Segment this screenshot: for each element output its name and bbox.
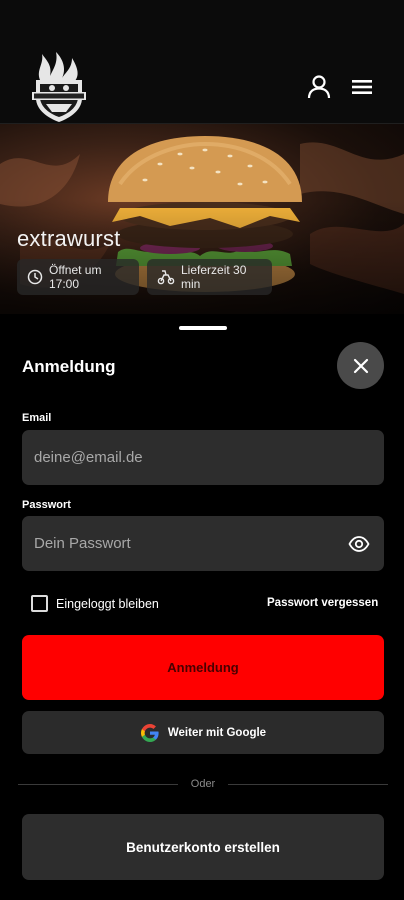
divider-line-left: [18, 784, 178, 785]
clock-icon: [27, 269, 43, 285]
login-button-label: Anmeldung: [167, 660, 239, 675]
sheet-drag-handle[interactable]: [179, 326, 227, 330]
delivery-time-text: Lieferzeit 30 min: [181, 263, 247, 291]
google-icon: [140, 723, 159, 742]
login-button[interactable]: Anmeldung: [22, 635, 384, 700]
brand-logo[interactable]: [30, 50, 88, 122]
email-field[interactable]: [22, 430, 384, 485]
user-icon[interactable]: [306, 74, 332, 100]
create-account-button[interactable]: Benutzerkonto erstellen: [22, 814, 384, 880]
delivery-time-chip: Lieferzeit 30 min: [147, 259, 272, 295]
divider-text: Oder: [190, 778, 216, 790]
menu-icon[interactable]: [350, 74, 376, 100]
remember-me-label[interactable]: Eingeloggt bleiben: [56, 597, 159, 611]
divider-line-right: [228, 784, 388, 785]
google-signin-button[interactable]: Weiter mit Google: [22, 711, 384, 754]
eye-icon[interactable]: [348, 533, 370, 555]
close-button[interactable]: [337, 342, 384, 389]
restaurant-name: extrawurst: [17, 226, 121, 251]
create-account-label: Benutzerkonto erstellen: [126, 839, 280, 855]
password-label: Passwort: [22, 499, 71, 511]
close-icon: [353, 358, 368, 373]
app-header: [0, 0, 404, 124]
delivery-icon: [157, 270, 175, 285]
opening-time-text: Öffnet um 17:00: [49, 263, 102, 291]
password-field[interactable]: [22, 516, 384, 571]
email-label: Email: [22, 412, 52, 424]
google-button-label: Weiter mit Google: [167, 726, 267, 739]
remember-me-checkbox[interactable]: [31, 595, 48, 612]
forgot-password-link[interactable]: Passwort vergessen: [267, 597, 378, 609]
login-title: Anmeldung: [22, 357, 116, 376]
opening-time-chip: Öffnet um 17:00: [17, 259, 139, 295]
